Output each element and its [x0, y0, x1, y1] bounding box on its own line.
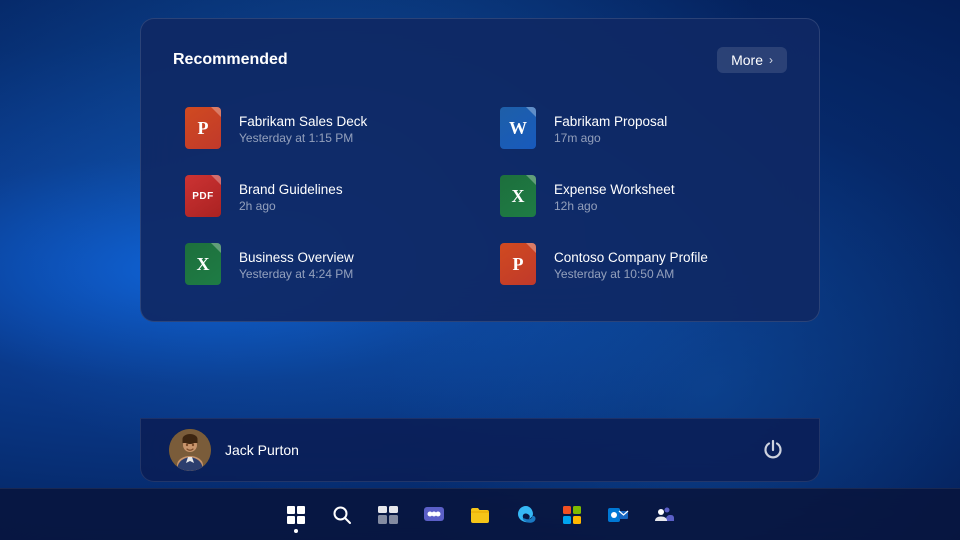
store-icon	[560, 503, 584, 527]
file-info: Expense Worksheet 12h ago	[554, 182, 775, 213]
chevron-right-icon: ›	[769, 53, 773, 67]
user-bar: Jack Purton	[140, 418, 820, 482]
file-name: Business Overview	[239, 250, 460, 265]
file-info: Brand Guidelines 2h ago	[239, 182, 460, 213]
taskbar-store-button[interactable]	[552, 495, 592, 535]
outlook-icon	[606, 503, 630, 527]
file-time: 2h ago	[239, 199, 460, 213]
file-name: Fabrikam Proposal	[554, 114, 775, 129]
chat-icon	[422, 503, 446, 527]
explorer-icon	[468, 503, 492, 527]
file-item-brand-guidelines[interactable]: PDF Brand Guidelines 2h ago	[173, 165, 472, 229]
excel-icon: X	[500, 175, 536, 217]
taskbar-explorer-button[interactable]	[460, 495, 500, 535]
file-info: Fabrikam Proposal 17m ago	[554, 114, 775, 145]
power-button[interactable]	[755, 432, 791, 468]
more-label: More	[731, 52, 763, 68]
ppt-icon-2: P	[500, 243, 536, 285]
file-icon-pdf: PDF	[185, 175, 225, 219]
recommended-header: Recommended More ›	[173, 47, 787, 73]
taskbar-teams-button[interactable]	[644, 495, 684, 535]
file-info: Business Overview Yesterday at 4:24 PM	[239, 250, 460, 281]
file-item-expense-worksheet[interactable]: X Expense Worksheet 12h ago	[488, 165, 787, 229]
ppt-icon: P	[185, 107, 221, 149]
file-time: 17m ago	[554, 131, 775, 145]
teams-icon	[652, 503, 676, 527]
excel-icon-2: X	[185, 243, 221, 285]
file-name: Contoso Company Profile	[554, 250, 775, 265]
avatar-image	[169, 429, 211, 471]
user-name: Jack Purton	[225, 442, 299, 458]
avatar	[169, 429, 211, 471]
taskbar-edge-button[interactable]	[506, 495, 546, 535]
word-icon: W	[500, 107, 536, 149]
start-menu-panel: Recommended More › P Fabrikam Sales Deck…	[140, 18, 820, 322]
taskbar-start-button[interactable]	[276, 495, 316, 535]
user-info[interactable]: Jack Purton	[169, 429, 299, 471]
file-name: Expense Worksheet	[554, 182, 775, 197]
taskbar-taskview-button[interactable]	[368, 495, 408, 535]
file-icon-word: W	[500, 107, 540, 151]
power-icon	[762, 439, 784, 461]
file-time: Yesterday at 4:24 PM	[239, 267, 460, 281]
file-item-contoso-profile[interactable]: P Contoso Company Profile Yesterday at 1…	[488, 233, 787, 297]
file-name: Fabrikam Sales Deck	[239, 114, 460, 129]
pdf-icon: PDF	[185, 175, 221, 217]
taskbar-outlook-button[interactable]	[598, 495, 638, 535]
file-info: Contoso Company Profile Yesterday at 10:…	[554, 250, 775, 281]
more-button[interactable]: More ›	[717, 47, 787, 73]
file-name: Brand Guidelines	[239, 182, 460, 197]
edge-icon	[514, 503, 538, 527]
file-item-business-overview[interactable]: X Business Overview Yesterday at 4:24 PM	[173, 233, 472, 297]
file-time: Yesterday at 1:15 PM	[239, 131, 460, 145]
file-item-fabrikam-sales[interactable]: P Fabrikam Sales Deck Yesterday at 1:15 …	[173, 97, 472, 161]
file-info: Fabrikam Sales Deck Yesterday at 1:15 PM	[239, 114, 460, 145]
taskbar-search-button[interactable]	[322, 495, 362, 535]
search-icon	[330, 503, 354, 527]
taskview-icon	[376, 503, 400, 527]
file-time: 12h ago	[554, 199, 775, 213]
active-dot	[294, 529, 298, 533]
file-icon-ppt: P	[185, 107, 225, 151]
file-icon-excel: X	[500, 175, 540, 219]
taskbar-chat-button[interactable]	[414, 495, 454, 535]
file-icon-excel-2: X	[185, 243, 225, 287]
file-item-fabrikam-proposal[interactable]: W Fabrikam Proposal 17m ago	[488, 97, 787, 161]
files-grid: P Fabrikam Sales Deck Yesterday at 1:15 …	[173, 97, 787, 297]
file-time: Yesterday at 10:50 AM	[554, 267, 775, 281]
recommended-title: Recommended	[173, 51, 288, 69]
file-icon-ppt-2: P	[500, 243, 540, 287]
taskbar	[0, 488, 960, 540]
windows-icon	[287, 506, 305, 524]
